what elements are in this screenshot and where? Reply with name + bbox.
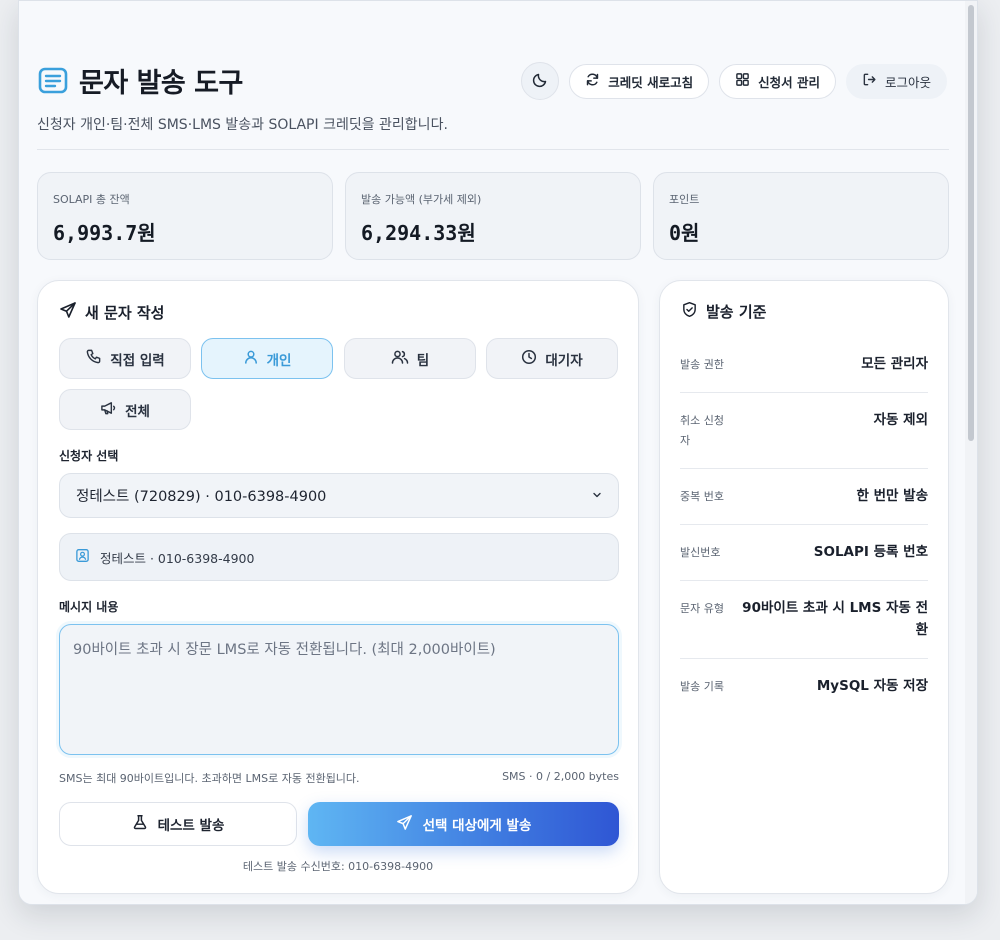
users-icon (391, 349, 409, 369)
contact-card-icon (75, 548, 90, 566)
rule-row: 문자 유형 90바이트 초과 시 LMS 자동 전환 (680, 581, 928, 659)
selected-recipient-card: 정테스트 · 010-6398-4900 (59, 533, 619, 581)
mode-all[interactable]: 전체 (59, 389, 191, 430)
applications-button[interactable]: 신청서 관리 (719, 63, 836, 99)
rule-key: 취소 신청자 (680, 414, 724, 447)
send-icon (59, 301, 77, 323)
rule-key: 발신번호 (680, 546, 721, 559)
sending-rules-panel: 발송 기준 발송 권한 모든 관리자 취소 신청자 자동 제외 중복 번호 한 … (659, 280, 949, 894)
rule-row: 중복 번호 한 번만 발송 (680, 469, 928, 525)
test-send-label: 테스트 발송 (157, 818, 225, 834)
page-title: 문자 발송 도구 (79, 68, 243, 99)
mode-label: 전체 (125, 403, 150, 420)
user-icon (243, 349, 259, 369)
compose-panel: 새 문자 작성 직접 입력 개인 팀 대기자 전체 신청자 선택 정테스트 (7… (37, 280, 639, 894)
credit-stats: SOLAPI 총 잔액 6,993.7원 발송 가능액 (부가세 제외) 6,2… (37, 172, 949, 260)
grid-icon (735, 72, 750, 90)
mode-label: 대기자 (545, 352, 583, 369)
stat-value: 6,993.7원 (53, 221, 156, 245)
rules-title: 발송 기준 (706, 303, 767, 321)
mode-label: 개인 (266, 352, 292, 369)
page-subtitle: 신청자 개인·팀·전체 SMS·LMS 발송과 SOLAPI 크레딧을 관리합니… (37, 117, 448, 133)
applicant-select-value: 정테스트 (720829) · 010-6398-4900 (76, 489, 327, 505)
megaphone-icon (100, 400, 117, 420)
byte-counter: SMS · 0 / 2,000 bytes (502, 770, 619, 783)
rule-value: 한 번만 발송 (856, 488, 929, 504)
refresh-credit-label: 크레딧 새로고침 (608, 74, 694, 90)
stat-value: 0원 (669, 221, 700, 245)
rule-value: SOLAPI 등록 번호 (813, 544, 928, 560)
rules-header: 발송 기준 (681, 301, 766, 322)
rule-value: 모든 관리자 (861, 356, 928, 372)
chevron-down-icon (592, 488, 602, 504)
rule-value: 90바이트 초과 시 LMS 자동 전환 (742, 600, 928, 638)
test-send-button[interactable]: 테스트 발송 (59, 802, 297, 846)
message-icon (37, 65, 69, 97)
flask-icon (132, 814, 148, 834)
send-label: 선택 대상에게 발송 (422, 818, 532, 834)
rule-value: MySQL 자동 저장 (816, 678, 928, 694)
rule-row: 취소 신청자 자동 제외 (680, 393, 928, 469)
rule-key: 발송 권한 (680, 358, 724, 371)
send-to-selected-button[interactable]: 선택 대상에게 발송 (308, 802, 619, 846)
compose-header: 새 문자 작성 (59, 301, 164, 323)
test-recipient-note: 테스트 발송 수신번호: 010-6398-4900 (242, 860, 434, 873)
stat-label: SOLAPI 총 잔액 (53, 193, 130, 206)
message-textarea[interactable] (59, 624, 619, 755)
mode-label: 팀 (416, 352, 430, 369)
mode-direct-input[interactable]: 직접 입력 (59, 338, 191, 379)
scrollbar-thumb[interactable] (968, 5, 974, 441)
scrollbar[interactable] (965, 1, 977, 904)
logout-button[interactable]: 로그아웃 (845, 63, 947, 99)
compose-title: 새 문자 작성 (85, 303, 165, 322)
toolbar: 크레딧 새로고침 신청서 관리 로그아웃 (521, 62, 947, 100)
applicant-select-label: 신청자 선택 (59, 449, 119, 463)
rule-row: 발신번호 SOLAPI 등록 번호 (680, 525, 928, 581)
mode-team[interactable]: 팀 (344, 338, 476, 379)
rule-key: 문자 유형 (680, 602, 724, 615)
mode-individual[interactable]: 개인 (201, 338, 333, 379)
rule-key: 중복 번호 (680, 490, 724, 503)
phone-icon (85, 348, 102, 369)
stat-label: 포인트 (669, 193, 700, 206)
refresh-icon (585, 72, 600, 90)
rule-value: 자동 제외 (873, 412, 928, 428)
theme-toggle-button[interactable] (521, 62, 560, 100)
stat-sendable-amount: 발송 가능액 (부가세 제외) 6,294.33원 (345, 172, 641, 260)
message-label: 메시지 내용 (59, 600, 119, 614)
mode-label: 직접 입력 (110, 352, 165, 369)
stat-total-balance: SOLAPI 총 잔액 6,993.7원 (37, 172, 333, 260)
logout-icon (862, 72, 877, 90)
logout-label: 로그아웃 (884, 74, 931, 90)
rule-key: 발송 기록 (680, 680, 724, 693)
shield-icon (681, 301, 698, 322)
stat-value: 6,294.33원 (361, 221, 476, 245)
refresh-credit-button[interactable]: 크레딧 새로고침 (569, 63, 710, 99)
stat-label: 발송 가능액 (부가세 제외) (361, 193, 482, 206)
moon-icon (532, 72, 548, 91)
message-help-row: SMS는 최대 90바이트입니다. 초과하면 LMS로 자동 전환됩니다. SM… (59, 770, 619, 786)
message-help-text: SMS는 최대 90바이트입니다. 초과하면 LMS로 자동 전환됩니다. (59, 772, 360, 785)
send-icon (396, 814, 413, 835)
selected-recipient-text: 정테스트 · 010-6398-4900 (100, 550, 255, 566)
app-window: 문자 발송 도구 신청자 개인·팀·전체 SMS·LMS 발송과 SOLAPI … (18, 0, 978, 905)
header-divider (37, 149, 949, 150)
stat-points: 포인트 0원 (653, 172, 949, 260)
rule-row: 발송 기록 MySQL 자동 저장 (680, 659, 928, 714)
mode-waitlist[interactable]: 대기자 (486, 338, 618, 379)
applicant-select[interactable]: 정테스트 (720829) · 010-6398-4900 (59, 473, 619, 518)
rules-list: 발송 권한 모든 관리자 취소 신청자 자동 제외 중복 번호 한 번만 발송 … (680, 337, 928, 714)
clock-icon (521, 349, 537, 369)
rule-row: 발송 권한 모든 관리자 (680, 337, 928, 393)
applications-label: 신청서 관리 (758, 74, 820, 90)
